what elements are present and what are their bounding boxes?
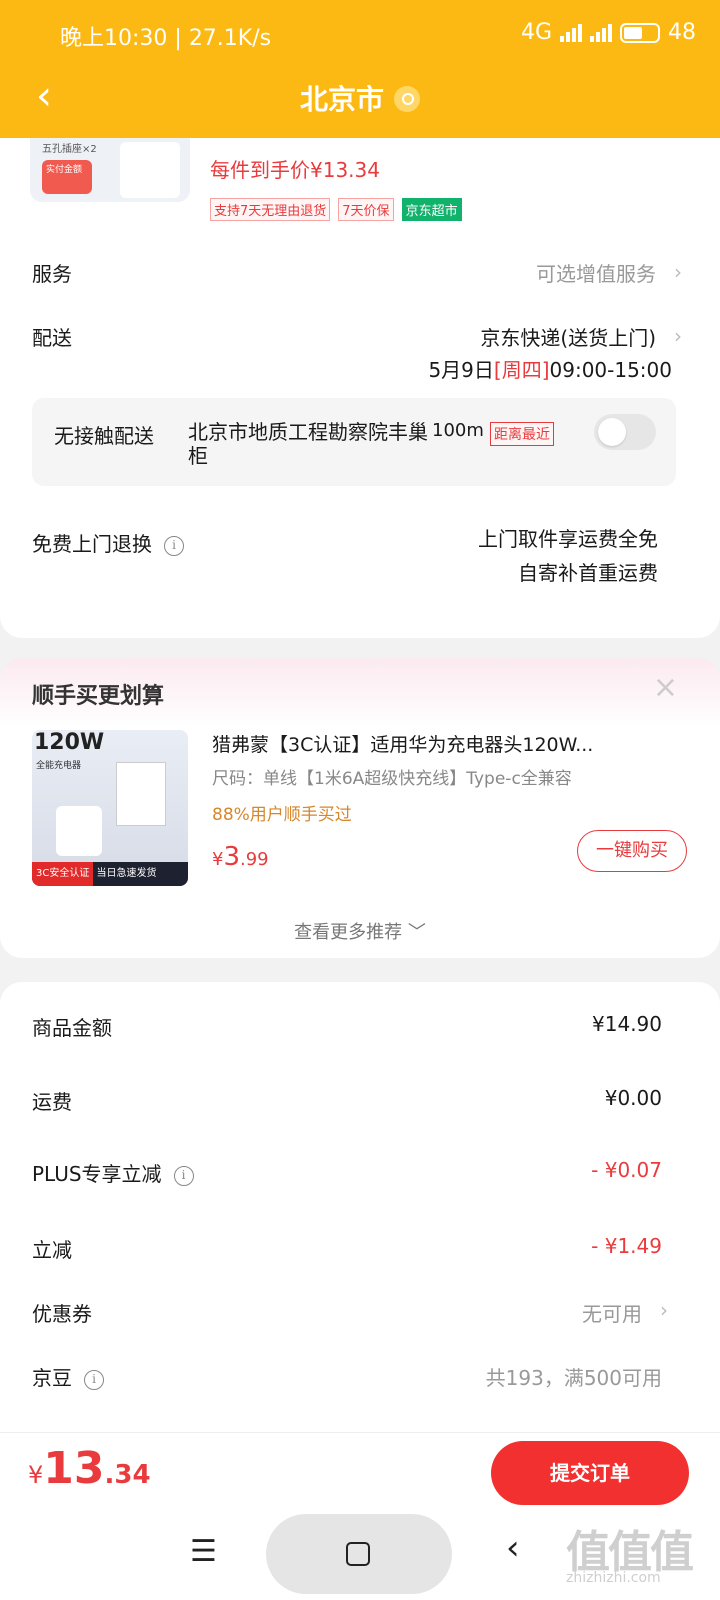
image-bar-right: 当日急速发货 xyxy=(96,868,157,879)
fee-summary-card: 商品金额 ¥14.90 运费 ¥0.00 PLUS专享立减 i - ¥0.07 立… xyxy=(0,982,720,1432)
nav-bar: ‹ 北京市 xyxy=(0,68,720,130)
beans-label: 京豆 xyxy=(32,1366,72,1390)
free-return-values: 上门取件享运费全免 自寄补首重运费 xyxy=(478,522,658,590)
order-info-card: 五孔插座×2 实付金额 每件到手价¥13.34 支持7天无理由退货 7天价保 京… xyxy=(0,138,720,638)
discount-label: 立减 xyxy=(32,1238,72,1262)
recommend-price: ¥3.99 xyxy=(212,842,269,872)
delivery-weekday: [周四] xyxy=(493,358,550,382)
battery-level: 48 xyxy=(668,20,696,45)
image-power-text: 120W xyxy=(34,730,105,755)
page-title-text: 北京市 xyxy=(299,83,384,116)
chevron-right-icon: › xyxy=(674,260,682,284)
signal-icon-2 xyxy=(590,23,612,42)
free-return-line2: 自寄补首重运费 xyxy=(518,561,658,585)
goods-value: ¥14.90 xyxy=(592,1012,662,1036)
beans-row: 京豆 i 共193，满500可用 xyxy=(32,1362,662,1391)
submit-order-button[interactable]: 提交订单 xyxy=(491,1441,689,1505)
recommend-product-image[interactable]: 120W 全能充电器 3C安全认证 当日急速发货 xyxy=(32,730,188,886)
thumb-text: 五孔插座×2 xyxy=(42,144,97,155)
chevron-right-icon: › xyxy=(674,324,682,348)
coupon-row[interactable]: 优惠券 无可用 › xyxy=(32,1298,668,1327)
shipping-value: ¥0.00 xyxy=(604,1086,662,1110)
page-title[interactable]: 北京市 xyxy=(0,78,720,118)
image-charger-shape xyxy=(56,806,102,856)
menu-icon[interactable]: ☰ xyxy=(190,1534,217,1569)
recommend-heading: 顺手买更划算 xyxy=(32,684,165,709)
delivery-date: 5月9日 xyxy=(428,358,494,382)
tag-price-protect: 7天价保 xyxy=(338,198,394,221)
contactless-toggle[interactable] xyxy=(594,414,656,450)
watermark-url: zhizhizhi.com xyxy=(566,1570,661,1586)
status-bar: 晚上10:30 | 27.1K/s 4G 48 xyxy=(0,0,720,68)
contactless-label: 无接触配送 xyxy=(54,424,154,448)
delivery-label: 配送 xyxy=(32,326,72,350)
status-right: 4G 48 xyxy=(521,20,696,45)
delivery-method: 京东快递(送货上门) xyxy=(480,326,656,350)
checkout-bar: ¥13.34 提交订单 xyxy=(0,1432,720,1506)
total-currency: ¥ xyxy=(28,1461,44,1489)
plus-discount-row: PLUS专享立减 i - ¥0.07 xyxy=(32,1158,662,1187)
info-icon[interactable]: i xyxy=(84,1370,104,1390)
service-value: 可选增值服务 xyxy=(536,262,656,286)
thumb-product-shape xyxy=(120,142,180,198)
delivery-hours: 09:00-15:00 xyxy=(549,358,673,382)
one-click-buy-button[interactable]: 一键购买 xyxy=(577,830,687,872)
price-int: 3 xyxy=(223,842,240,872)
total-price: ¥13.34 xyxy=(28,1443,151,1494)
location-pin-icon xyxy=(394,86,420,112)
contactless-delivery: 无接触配送 北京市地质工程勘察院丰巢柜 100m 距离最近 xyxy=(32,398,676,486)
nearest-badge: 距离最近 xyxy=(490,422,554,446)
price-dec: .99 xyxy=(240,849,269,870)
status-speed: 27.1K/s xyxy=(188,26,272,51)
recommend-size: 尺码：单线【1米6A超级快充线】Type-c全兼容 xyxy=(212,769,572,789)
home-icon[interactable] xyxy=(346,1542,370,1566)
header-bar: 晚上10:30 | 27.1K/s 4G 48 ‹ 北京市 xyxy=(0,0,720,138)
price-currency: ¥ xyxy=(212,849,224,870)
signal-icon xyxy=(560,23,582,42)
status-left: 晚上10:30 | 27.1K/s xyxy=(60,26,272,51)
product-thumbnail[interactable]: 五孔插座×2 实付金额 xyxy=(30,138,190,202)
close-icon[interactable]: × xyxy=(653,670,678,705)
coupon-value: 无可用 xyxy=(582,1302,642,1326)
back-icon[interactable]: ‹ xyxy=(506,1528,520,1568)
discount-row: 立减 - ¥1.49 xyxy=(32,1234,662,1263)
service-label: 服务 xyxy=(32,262,72,286)
discount-value: - ¥1.49 xyxy=(591,1234,662,1258)
shipping-row: 运费 ¥0.00 xyxy=(32,1086,662,1115)
free-return-label: 免费上门退换 xyxy=(32,532,152,556)
thumb-badge: 实付金额 xyxy=(42,160,92,194)
image-box-shape xyxy=(116,762,166,826)
product-tags: 支持7天无理由退货 7天价保 京东超市 xyxy=(210,198,462,221)
info-icon[interactable]: i xyxy=(173,1166,194,1186)
beans-value: 共193，满500可用 xyxy=(485,1366,662,1390)
total-int: 13 xyxy=(43,1443,105,1494)
see-more-recommend[interactable]: 查看更多推荐 ﹀ xyxy=(0,918,720,944)
price-each: 每件到手价¥13.34 xyxy=(210,158,380,182)
system-nav-bar: ☰ ‹ 值值值 zhizhizhi.com xyxy=(0,1506,720,1600)
image-bar-left: 3C安全认证 xyxy=(32,862,94,886)
shipping-label: 运费 xyxy=(32,1090,72,1114)
free-return-line1: 上门取件享运费全免 xyxy=(478,527,658,551)
goods-label: 商品金额 xyxy=(32,1016,112,1040)
tag-return: 支持7天无理由退货 xyxy=(210,198,331,221)
recommend-card: 顺手买更划算 × 120W 全能充电器 3C安全认证 当日急速发货 猎弗蒙【3C… xyxy=(0,658,720,958)
battery-icon xyxy=(620,22,660,43)
chevron-right-icon: › xyxy=(660,1298,668,1322)
delivery-time: 5月9日[周四]09:00-15:00 xyxy=(428,354,672,383)
network-label: 4G xyxy=(520,20,552,45)
contactless-place: 北京市地质工程勘察院丰巢柜 xyxy=(188,420,428,468)
recommend-title[interactable]: 猎弗蒙【3C认证】适用华为充电器头120W... xyxy=(212,730,682,757)
coupon-label: 优惠券 xyxy=(32,1302,92,1326)
total-dec: .34 xyxy=(104,1460,151,1490)
status-time: 晚上10:30 xyxy=(60,26,168,51)
info-icon[interactable]: i xyxy=(164,536,184,556)
plus-value: - ¥0.07 xyxy=(591,1158,662,1182)
goods-amount-row: 商品金额 ¥14.90 xyxy=(32,1012,662,1041)
image-sub-text: 全能充电器 xyxy=(36,761,82,771)
tag-supermarket: 京东超市 xyxy=(401,198,462,221)
image-bar: 3C安全认证 当日急速发货 xyxy=(32,862,188,886)
plus-label: PLUS专享立减 xyxy=(32,1162,162,1186)
recommend-bought: 88%用户顺手买过 xyxy=(212,805,352,825)
contactless-distance: 100m xyxy=(432,420,484,441)
